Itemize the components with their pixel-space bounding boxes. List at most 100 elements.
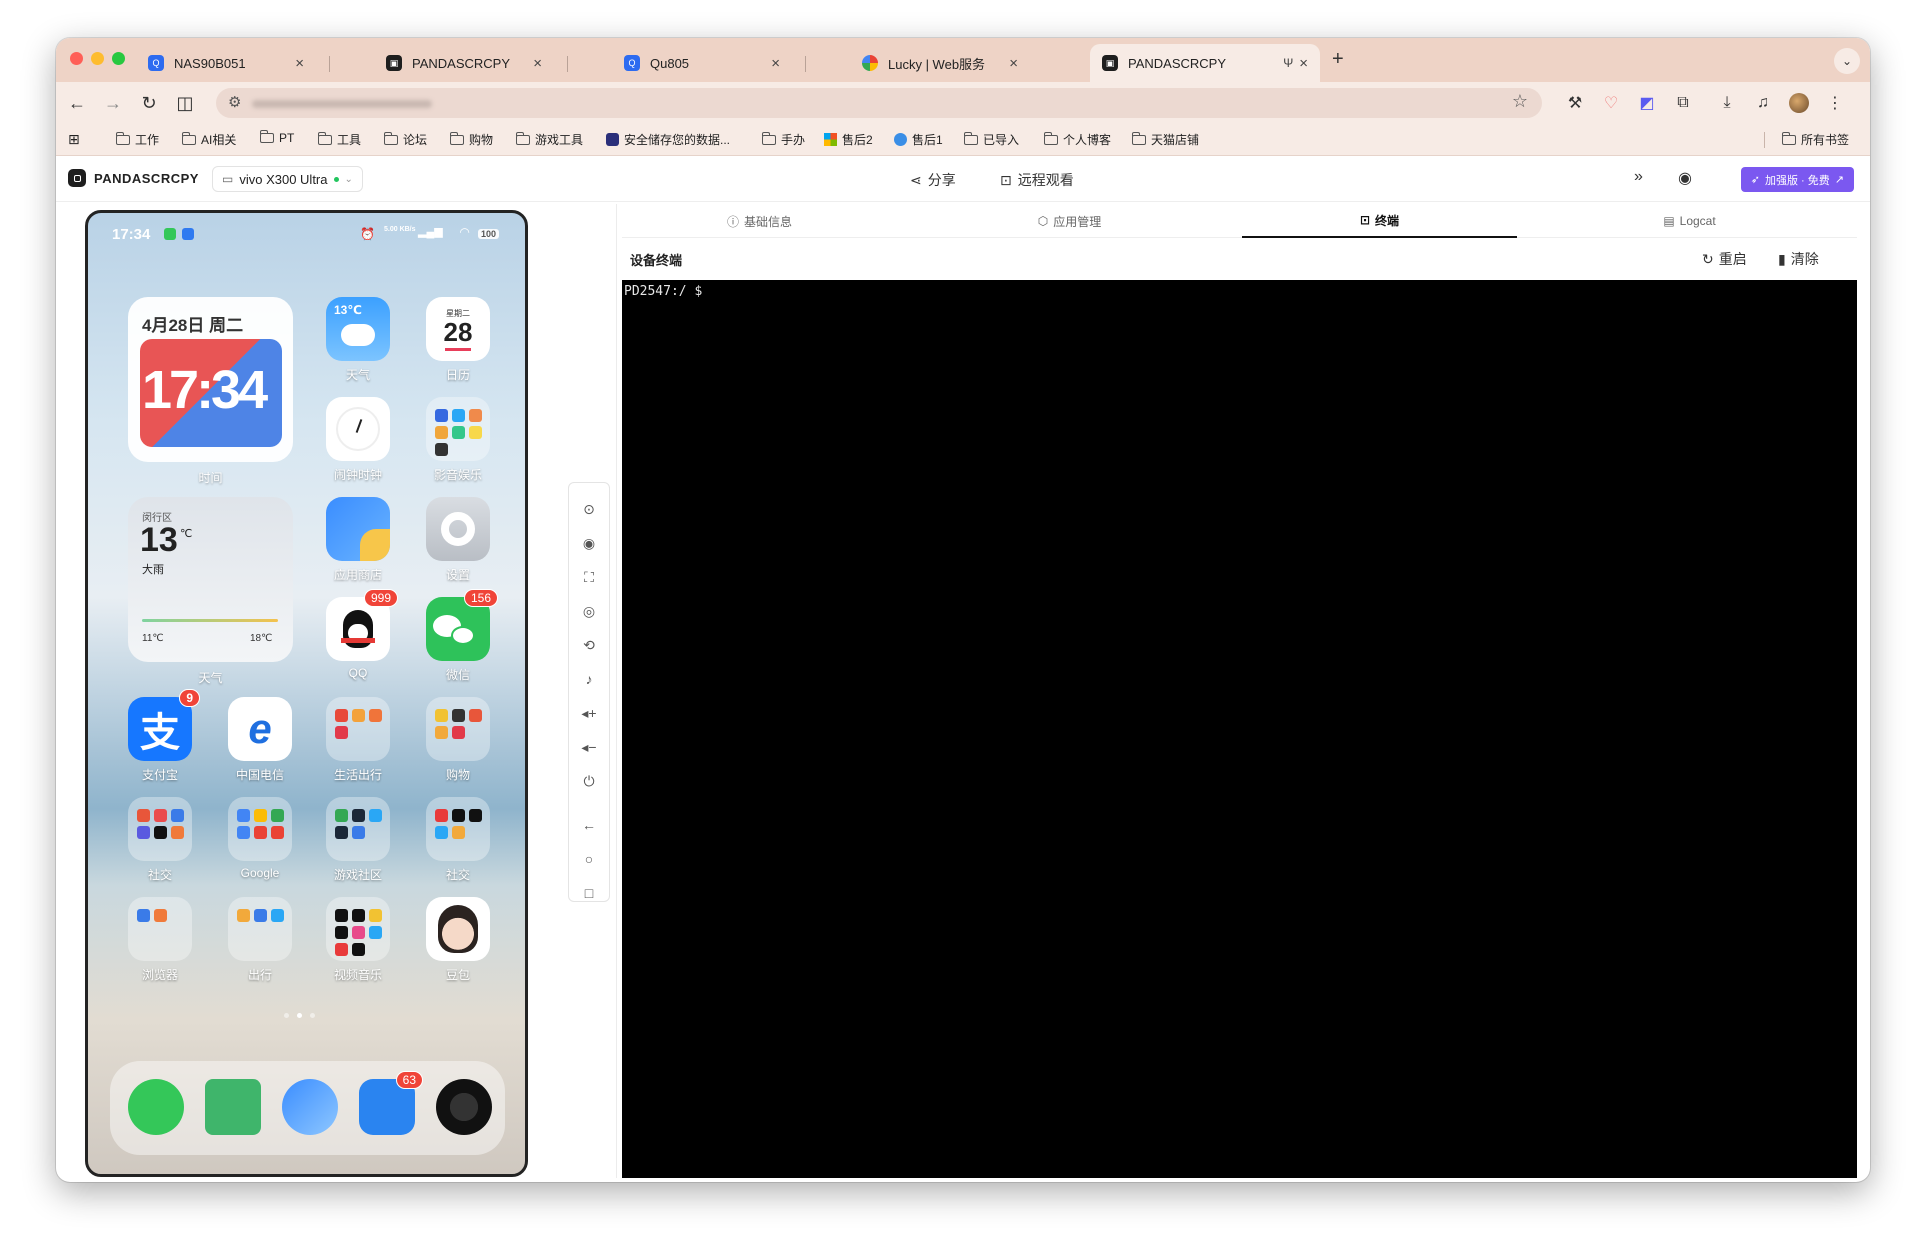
apps-grid-icon[interactable]: ⊞ <box>68 131 80 148</box>
bookmark-item[interactable]: AI相关 <box>181 131 236 148</box>
share-button[interactable]: ⋖ 分享 <box>910 170 956 190</box>
bookmark-item[interactable]: 游戏工具 <box>515 131 583 148</box>
clock-widget[interactable]: 4月28日 周二 17:34 <box>128 297 293 462</box>
bookmark-item[interactable]: PT <box>259 130 294 145</box>
panel-divider[interactable] <box>616 204 617 1178</box>
extension-icon[interactable]: ◩ <box>1634 90 1660 116</box>
forward-icon[interactable]: → <box>100 90 126 116</box>
app-alipay[interactable]: 支9 支付宝 <box>128 689 200 783</box>
browser-icon[interactable] <box>282 1079 338 1135</box>
app-calendar[interactable]: 星期二 28 日历 <box>426 297 490 383</box>
github-icon[interactable]: ◉ <box>1678 168 1692 188</box>
app-china-telecom[interactable]: e 中国电信 <box>228 697 292 783</box>
bookmark-item[interactable]: 手办 <box>761 131 805 148</box>
volume-down-icon[interactable]: ◂− <box>569 735 609 759</box>
close-tab-icon[interactable]: × <box>295 55 304 72</box>
tab-terminal[interactable]: ⊡ 终端 <box>1242 204 1517 238</box>
bookmark-item[interactable]: 购物 <box>449 131 493 148</box>
notification-bell-icon[interactable]: ♪ <box>569 667 609 691</box>
clear-button[interactable]: ▮ 清除 <box>1778 249 1819 269</box>
minimize-window-button[interactable] <box>91 52 104 65</box>
tab-basic-info[interactable]: ⓘ 基础信息 <box>622 204 897 238</box>
site-info-icon[interactable]: ⚙ <box>228 93 241 111</box>
camera-icon[interactable] <box>436 1079 492 1135</box>
download-icon[interactable]: ⤓ <box>1714 90 1740 116</box>
terminal-output[interactable]: PD2547:/ $ <box>622 280 1857 1178</box>
bookmark-item[interactable]: 售后2 <box>824 131 873 148</box>
bookmark-item[interactable]: 天猫店铺 <box>1131 131 1199 148</box>
all-bookmarks[interactable]: 所有书签 <box>1781 131 1849 148</box>
bookmark-star-icon[interactable]: ☆ <box>1512 91 1528 112</box>
device-selector[interactable]: ▭ vivo X300 Ultra ⌄ <box>212 166 363 192</box>
expand-icon[interactable]: » <box>1634 168 1643 186</box>
tab-app-management[interactable]: ⬡ 应用管理 <box>932 204 1207 238</box>
close-window-button[interactable] <box>70 52 83 65</box>
app-clock[interactable]: 闹钟时钟 <box>326 397 390 483</box>
folder-video-music[interactable]: 视频音乐 <box>326 897 390 983</box>
profile-avatar[interactable] <box>1786 90 1812 116</box>
app-settings[interactable]: 设置 <box>426 497 490 583</box>
browser-tab[interactable]: Q Qu805 × <box>612 44 792 82</box>
browser-tab[interactable]: Q NAS90B051 × <box>136 44 316 82</box>
new-tab-button[interactable]: + <box>1332 48 1344 71</box>
media-icon[interactable]: ♫ <box>1750 90 1776 116</box>
app-weather[interactable]: 13℃ 天气 <box>326 297 390 383</box>
weather-widget[interactable]: 闵行区 13 ℃ 大雨 11℃ 18℃ <box>128 497 293 662</box>
close-tab-icon[interactable]: × <box>533 55 542 72</box>
device-screen[interactable]: 17:34 ⏰ 5.00 KB/s ▂▄▆ ◠ 100 4月28日 周二 17:… <box>85 210 528 1177</box>
tab-search-icon[interactable]: ⌄ <box>1834 48 1860 74</box>
back-icon[interactable]: ← <box>64 90 90 116</box>
screenshot-icon[interactable]: ⊙ <box>569 497 609 521</box>
folder-shopping[interactable]: 购物 <box>426 697 490 783</box>
messages-icon[interactable]: 63 <box>359 1071 423 1135</box>
split-view-icon[interactable]: ◫ <box>172 90 198 116</box>
phone-icon[interactable] <box>128 1079 184 1135</box>
rotate-icon[interactable]: ⟲ <box>569 633 609 657</box>
extension-icon[interactable]: ♡ <box>1598 90 1624 116</box>
app-store[interactable]: 应用商店 <box>326 497 390 583</box>
folder-life[interactable]: 生活出行 <box>326 697 390 783</box>
bookmark-item[interactable]: 安全储存您的数据... <box>606 131 730 148</box>
close-tab-icon[interactable]: × <box>771 55 780 72</box>
reload-icon[interactable]: ↻ <box>136 90 162 116</box>
bookmark-item[interactable]: 论坛 <box>383 131 427 148</box>
restart-button[interactable]: ↻ 重启 <box>1702 249 1747 269</box>
folder-social[interactable]: 社交 <box>128 797 192 883</box>
extension-icon[interactable]: ⚒ <box>1562 90 1588 116</box>
back-nav-icon[interactable]: ← <box>569 813 609 837</box>
home-nav-icon[interactable]: ○ <box>569 847 609 871</box>
close-tab-icon[interactable]: × <box>1009 55 1018 72</box>
fullscreen-icon[interactable]: ⛶ <box>569 565 609 589</box>
recents-nav-icon[interactable]: □ <box>569 881 609 905</box>
eye-icon[interactable]: ◎ <box>569 599 609 623</box>
bookmark-item[interactable]: 工作 <box>115 131 159 148</box>
app-wechat[interactable]: 156 微信 <box>426 589 498 683</box>
browser-tab-active[interactable]: ▣ PANDASCRCPY Ψ × <box>1090 44 1320 82</box>
app-doubao[interactable]: 豆包 <box>426 897 490 983</box>
folder-google[interactable]: Google <box>228 797 292 880</box>
bookmark-item[interactable]: 工具 <box>317 131 361 148</box>
remote-view-button[interactable]: ⊡ 远程观看 <box>1000 170 1074 190</box>
folder-social-2[interactable]: 社交 <box>426 797 490 883</box>
folder-games[interactable]: 游戏社区 <box>326 797 390 883</box>
record-icon[interactable]: ◉ <box>569 531 609 555</box>
zoom-window-button[interactable] <box>112 52 125 65</box>
browser-tab[interactable]: ▣ PANDASCRCPY × <box>374 44 554 82</box>
folder-media[interactable]: 影音娱乐 <box>426 397 490 483</box>
close-tab-icon[interactable]: × <box>1299 55 1308 72</box>
power-icon[interactable]: ⏻ <box>569 769 609 793</box>
bookmark-item[interactable]: 已导入 <box>963 131 1019 148</box>
menu-icon[interactable]: ⋮ <box>1822 90 1848 116</box>
folder-travel[interactable]: 出行 <box>228 897 292 983</box>
folder-browser[interactable]: 浏览器 <box>128 897 192 983</box>
extensions-puzzle-icon[interactable]: ⧉ <box>1670 90 1696 116</box>
bookmark-item[interactable]: 个人博客 <box>1043 131 1111 148</box>
contacts-icon[interactable] <box>205 1079 261 1135</box>
browser-tab[interactable]: Lucky | Web服务 × <box>850 44 1030 82</box>
address-bar[interactable]: ⚙ ☆ <box>216 88 1542 118</box>
volume-up-icon[interactable]: ◂+ <box>569 701 609 725</box>
pro-button[interactable]: ➶ 加强版 · 免费 ↗ <box>1740 167 1854 192</box>
tab-logcat[interactable]: ▤ Logcat <box>1552 204 1827 238</box>
bookmark-item[interactable]: 售后1 <box>894 131 943 148</box>
app-qq[interactable]: 999 QQ <box>326 589 398 680</box>
